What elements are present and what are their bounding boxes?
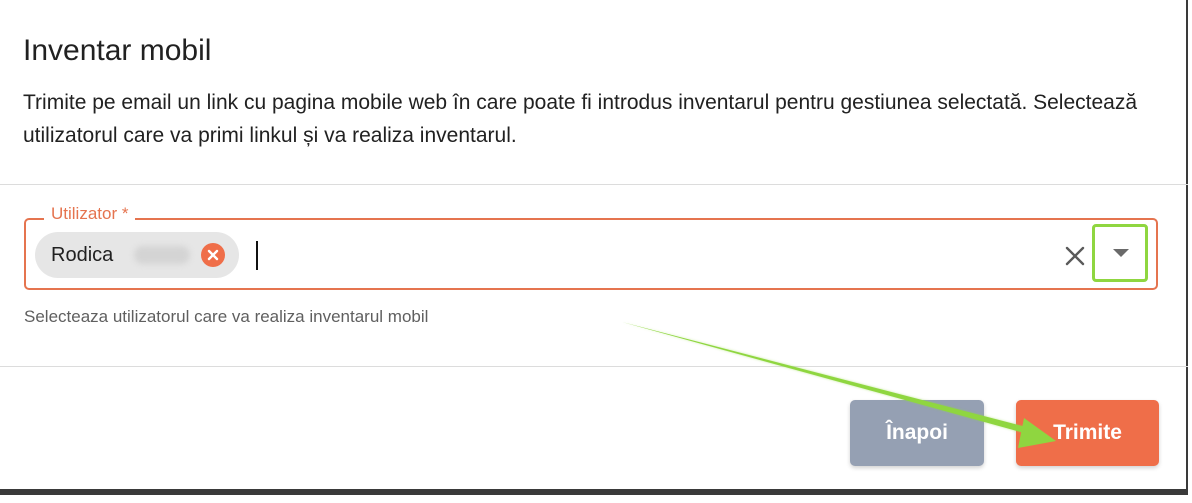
dialog-title: Inventar mobil bbox=[23, 34, 212, 67]
dropdown-toggle-button[interactable] bbox=[1092, 224, 1148, 282]
close-icon[interactable] bbox=[1061, 242, 1089, 270]
redacted-surname bbox=[134, 246, 190, 264]
dialog-description: Trimite pe email un link cu pagina mobil… bbox=[23, 91, 1138, 147]
close-circle-icon[interactable] bbox=[201, 243, 225, 267]
send-button[interactable]: Trimite bbox=[1016, 400, 1159, 466]
selected-user-chip: Rodica bbox=[35, 232, 239, 278]
header-divider bbox=[0, 184, 1188, 185]
user-search-input[interactable] bbox=[250, 236, 1034, 276]
footer-divider bbox=[0, 366, 1188, 367]
user-field-label: Utilizator * bbox=[44, 203, 136, 225]
inventory-dialog: Inventar mobil Trimite pe email un link … bbox=[0, 0, 1188, 495]
text-caret bbox=[256, 241, 258, 270]
selected-user-name: Rodica bbox=[51, 244, 114, 266]
caret-down-icon bbox=[1113, 249, 1129, 257]
user-field-helper-text: Selecteaza utilizatorul care va realiza … bbox=[24, 307, 429, 326]
back-button[interactable]: Înapoi bbox=[850, 400, 984, 466]
